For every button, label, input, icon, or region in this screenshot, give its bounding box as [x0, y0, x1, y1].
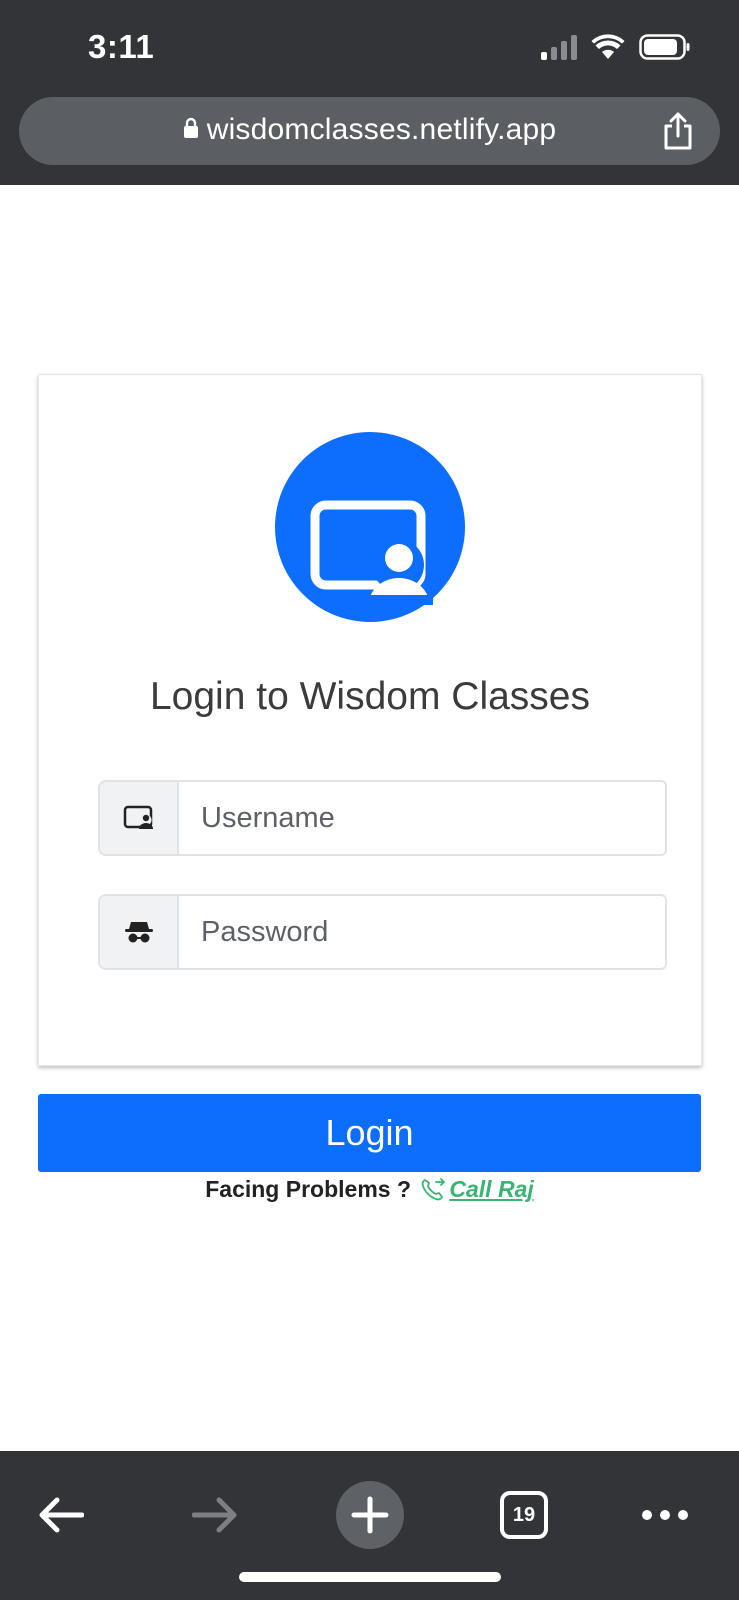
lock-icon: [183, 117, 198, 139]
password-group: [98, 894, 667, 970]
id-card-icon: [123, 805, 153, 829]
login-card: Login to Wisdom Classes: [38, 374, 702, 1066]
back-arrow-icon: [39, 1497, 84, 1533]
new-tab-plus-icon: [351, 1496, 389, 1534]
tabs-button[interactable]: 19: [500, 1481, 548, 1549]
new-tab-circle: [336, 1481, 404, 1549]
login-button[interactable]: Login: [38, 1094, 701, 1172]
more-button[interactable]: [640, 1481, 690, 1549]
browser-top-bar: 3:11 wisdomclasses.netlify.app: [0, 0, 739, 185]
back-button[interactable]: [36, 1481, 86, 1549]
page-title: Login to Wisdom Classes: [149, 675, 590, 718]
incognito-icon: [124, 922, 153, 943]
battery-icon: [639, 34, 690, 60]
classroom-person-icon: [275, 432, 465, 622]
url-text: wisdomclasses.netlify.app: [206, 113, 557, 146]
home-indicator: [239, 1572, 501, 1582]
username-addon: [98, 780, 179, 856]
password-addon: [98, 894, 179, 970]
help-text: Facing Problems ?: [205, 1176, 411, 1202]
new-tab-button[interactable]: [336, 1481, 404, 1549]
url-display: wisdomclasses.netlify.app: [19, 113, 720, 147]
forward-arrow-icon: [192, 1497, 237, 1533]
status-icons: [541, 34, 691, 60]
signal-icon: [541, 34, 577, 60]
tabs-icon: 19: [500, 1491, 548, 1539]
username-input[interactable]: [177, 780, 667, 856]
forward-button[interactable]: [190, 1481, 240, 1549]
password-input[interactable]: [177, 894, 667, 970]
phone-forward-icon[interactable]: [421, 1177, 447, 1201]
share-icon[interactable]: [660, 111, 696, 151]
help-line: Facing Problems ? Call Raj: [0, 1176, 739, 1203]
username-group: [98, 780, 667, 856]
url-bar[interactable]: wisdomclasses.netlify.app: [19, 97, 720, 165]
status-time: 3:11: [88, 28, 155, 65]
call-raj-link[interactable]: Call Raj: [449, 1176, 533, 1202]
wifi-icon: [591, 34, 625, 59]
more-icon: [642, 1510, 688, 1520]
